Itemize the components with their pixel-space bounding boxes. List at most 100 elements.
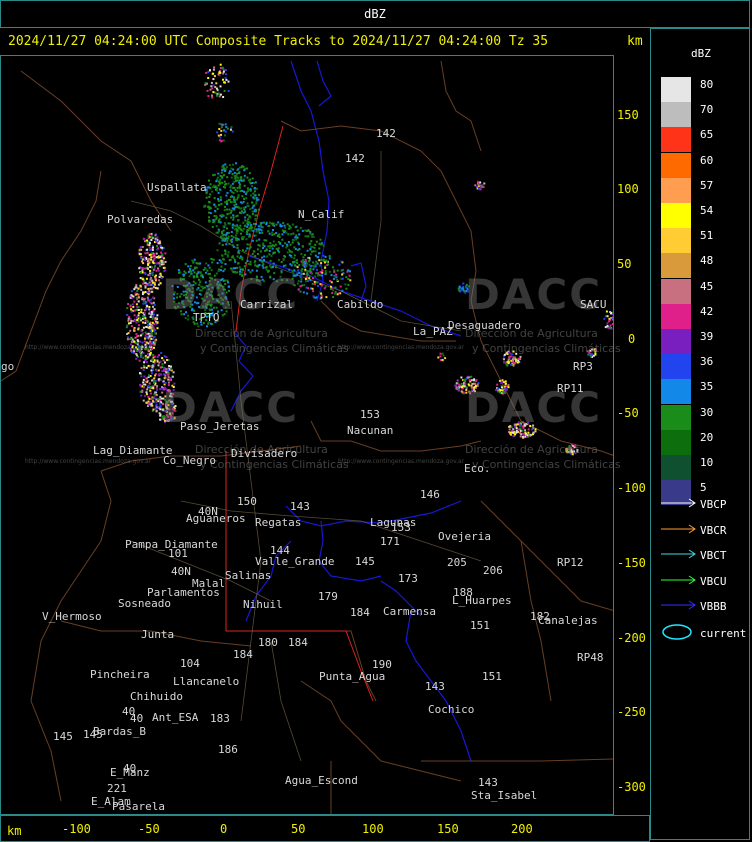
echo-pixel: [249, 178, 252, 181]
track-legend-label: VBBB: [700, 600, 727, 614]
echo-pixel: [142, 399, 145, 402]
echo-pixel: [311, 233, 314, 236]
echo-pixel: [261, 264, 264, 267]
echo-pixel: [304, 278, 307, 280]
echo-pixel: [225, 73, 228, 76]
route-number: 180: [258, 636, 278, 649]
place-label: Punta_Agua: [319, 670, 386, 683]
echo-pixel: [145, 336, 148, 339]
echo-pixel: [243, 190, 246, 193]
place-label: Agua_Escond: [285, 774, 358, 787]
echo-pixel: [504, 361, 506, 364]
echo-pixel: [513, 358, 516, 361]
echo-pixel: [306, 273, 309, 276]
echo-pixel: [205, 196, 208, 199]
echo-pixel: [226, 239, 229, 242]
route-number: 142: [376, 127, 396, 140]
echo-pixel: [239, 183, 241, 186]
current-cell-icon: [662, 624, 692, 640]
echo-pixel: [255, 187, 258, 190]
echo-pixel: [140, 375, 143, 378]
echo-pixel: [463, 379, 466, 382]
echo-pixel: [140, 356, 143, 358]
echo-pixel: [139, 334, 142, 337]
echo-pixel: [147, 274, 150, 277]
echo-pixel: [148, 246, 151, 249]
echo-pixel: [295, 259, 298, 262]
echo-pixel: [222, 96, 225, 98]
route-number: 143: [478, 776, 498, 789]
place-label: Ovejeria: [438, 530, 491, 543]
echo-pixel: [161, 357, 164, 360]
echo-pixel: [519, 435, 522, 438]
echo-pixel: [301, 263, 304, 266]
echo-pixel: [514, 362, 517, 365]
echo-pixel: [215, 82, 218, 85]
echo-pixel: [161, 365, 163, 368]
echo-pixel: [230, 184, 232, 187]
echo-pixel: [215, 187, 218, 189]
echo-pixel: [340, 260, 343, 263]
echo-pixel: [250, 229, 253, 232]
echo-pixel: [154, 391, 157, 394]
echo-pixel: [155, 410, 158, 413]
echo-pixel: [309, 232, 312, 235]
radar-map[interactable]: [0, 55, 614, 815]
echo-pixel: [210, 85, 213, 88]
echo-pixel: [152, 338, 155, 341]
echo-pixel: [275, 223, 278, 226]
echo-pixel: [220, 235, 222, 238]
echo-pixel: [236, 266, 239, 269]
echo-pixel: [208, 196, 211, 198]
echo-pixel: [477, 180, 480, 183]
echo-pixel: [245, 167, 248, 170]
echo-pixel: [224, 170, 227, 172]
echo-pixel: [335, 273, 338, 276]
echo-pixel: [154, 275, 157, 278]
echo-pixel: [195, 262, 198, 265]
echo-pixel: [255, 223, 257, 226]
echo-pixel: [140, 394, 143, 397]
echo-pixel: [314, 275, 317, 278]
echo-pixel: [300, 270, 303, 273]
echo-pixel: [149, 389, 152, 392]
echo-pixel: [315, 240, 318, 243]
echo-pixel: [151, 358, 154, 361]
echo-pixel: [223, 81, 226, 84]
echo-pixel: [136, 296, 139, 299]
echo-pixel: [195, 266, 198, 269]
echo-pixel: [341, 273, 344, 276]
echo-pixel: [151, 372, 153, 375]
echo-pixel: [334, 290, 337, 293]
echo-pixel: [251, 185, 254, 188]
echo-pixel: [274, 251, 276, 254]
echo-pixel: [268, 250, 271, 252]
place-label: Sosneado: [118, 597, 171, 610]
echo-pixel: [218, 230, 220, 233]
echo-pixel: [138, 253, 141, 256]
echo-pixel: [470, 379, 473, 382]
echo-pixel: [142, 364, 145, 367]
echo-pixel: [238, 252, 241, 255]
echo-pixel: [156, 248, 159, 251]
echo-pixel: [167, 372, 170, 375]
echo-pixel: [612, 311, 613, 314]
echo-pixel: [323, 287, 326, 290]
echo-pixel: [211, 96, 214, 99]
echo-pixel: [257, 208, 260, 211]
echo-pixel: [235, 232, 238, 235]
echo-pixel: [246, 202, 249, 205]
echo-pixel: [217, 191, 220, 194]
echo-pixel: [153, 355, 156, 358]
echo-pixel: [242, 227, 245, 230]
place-label: SACU: [580, 298, 607, 311]
echo-pixel: [153, 257, 156, 260]
echo-pixel: [209, 212, 212, 215]
echo-pixel: [153, 330, 156, 333]
echo-pixel: [328, 270, 331, 273]
echo-pixel: [145, 284, 148, 287]
route-number: 143: [290, 500, 310, 513]
echo-pixel: [305, 286, 308, 289]
echo-pixel: [258, 238, 261, 241]
echo-pixel: [272, 224, 275, 227]
